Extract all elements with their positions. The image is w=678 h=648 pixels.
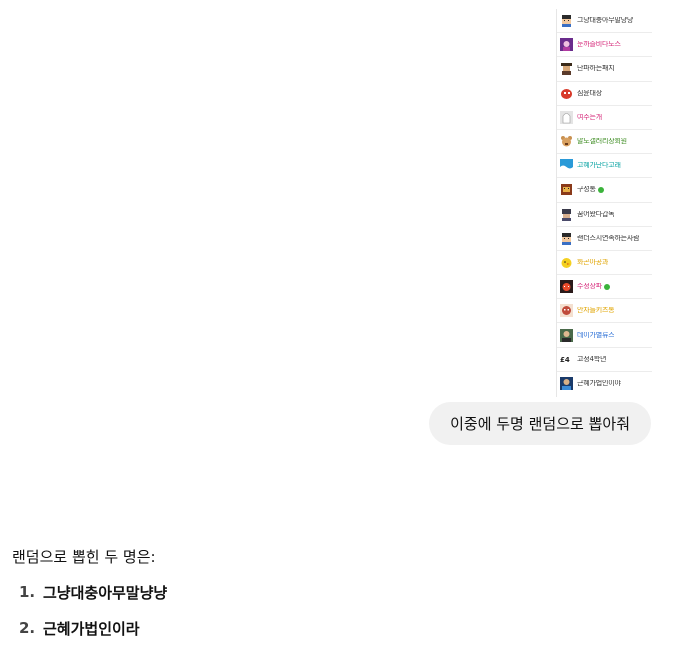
box-face-icon xyxy=(560,183,573,196)
pixel-boy-icon xyxy=(560,14,573,28)
answer-list: 1. 그냥대충아무말냥냥 2. 근혜가법인이라 xyxy=(12,580,652,640)
assistant-response: 랜덤으로 뽑힌 두 명은: 1. 그냥대충아무말냥냥 2. 근혜가법인이라 xyxy=(12,546,652,648)
bear-icon xyxy=(560,135,573,148)
user-nickname: 근혜가법인이야 xyxy=(577,380,621,388)
user-nickname: 안자들키즈통 xyxy=(577,307,615,315)
user-list-row: 말도갤러리장회원 xyxy=(557,130,652,155)
user-list-row: 단파하는패치 xyxy=(557,57,652,82)
red-face-icon xyxy=(560,280,573,294)
answer-item-1: 1. 그냥대충아무말냥냥 xyxy=(12,580,652,604)
user-nickname: 심윤대장 xyxy=(577,89,602,97)
svg-text:£4: £4 xyxy=(560,356,570,364)
wave-icon xyxy=(560,159,573,173)
user-list-row: 그냥대충아무말냥냥 xyxy=(557,9,652,34)
user-list-row: 화곤아공과 xyxy=(557,251,652,276)
user-nickname: 고정4학년 xyxy=(577,355,607,363)
answer-item-2: 2. 근혜가법인이라 xyxy=(12,616,652,640)
blue-man-icon xyxy=(560,377,573,391)
user-message-bubble: 이중에 두명 랜덤으로 뽑아줘 xyxy=(429,402,651,445)
user-list-row: £4 고정4학년 xyxy=(557,348,652,372)
online-badge-icon xyxy=(597,186,604,193)
brown-face-icon xyxy=(560,304,573,318)
user-nickname: 눈까즐비다도스 xyxy=(577,41,621,49)
answer-name: 근혜가법인이라 xyxy=(43,619,140,638)
online-badge-icon xyxy=(603,283,610,290)
answer-number: 1. xyxy=(19,583,36,601)
user-list-row: 눈까즐비다도스 xyxy=(557,33,652,58)
user-list-row: 근혜가법인이야 xyxy=(557,372,652,396)
user-list-row: 수정장파 xyxy=(557,275,652,300)
text-logo-icon: £4 xyxy=(560,353,573,366)
hat-man-icon xyxy=(560,62,573,76)
answer-name: 그냥대충아무말냥냥 xyxy=(43,583,168,602)
user-nickname: 말도갤러리장회원 xyxy=(577,138,627,146)
user-nickname: 그냥대충아무말냥냥 xyxy=(577,17,634,25)
chat-page: 그냥대충아무말냥냥 눈까즐비다도스 단파하는패치 심윤대장 여주는개 말도갤러리장회원 고혜… xyxy=(0,0,678,648)
user-list-row: 여주는개 xyxy=(557,106,652,130)
user-nickname: 랜더스시연속하는사람 xyxy=(577,234,640,242)
user-message-text: 이중에 두명 랜덤으로 뽑아줘 xyxy=(450,415,630,433)
user-nickname: 화곤아공과 xyxy=(577,258,609,266)
user-list-row: 랜더스시연속하는사람 xyxy=(557,227,652,251)
user-list-row: 안자들키즈통 xyxy=(557,299,652,324)
red-creature-icon xyxy=(560,87,573,100)
user-list-row: 구성통 xyxy=(557,178,652,203)
user-nickname: 여주는개 xyxy=(577,113,602,121)
user-nickname: 데이가별류스 xyxy=(577,331,615,339)
user-nickname: 단파하는패치 xyxy=(577,65,615,73)
user-nickname: 구성통 xyxy=(577,186,596,194)
white-ghost-icon xyxy=(560,110,573,124)
helmet-icon xyxy=(560,208,573,221)
user-nickname: 수정장파 xyxy=(577,283,602,291)
user-list-row: 고혜가난다고래 xyxy=(557,154,652,179)
user-list-row: 데이가별류스 xyxy=(557,323,652,348)
attached-user-list-image[interactable]: 그냥대충아무말냥냥눈까즐비다도스단파하는패치심윤대장여주는개말도갤러리장회원고혜… xyxy=(556,9,652,397)
pixel-boy-icon xyxy=(560,232,573,245)
answer-number: 2. xyxy=(19,619,36,637)
user-nickname: 고혜가난다고래 xyxy=(577,162,621,170)
assistant-intro-text: 랜덤으로 뽑힌 두 명은: xyxy=(12,548,156,566)
user-list-row: 꿈어왔다갑독 xyxy=(557,203,652,227)
purple-mage-icon xyxy=(560,38,573,52)
portrait-icon xyxy=(560,328,573,342)
user-list-row: 심윤대장 xyxy=(557,82,652,106)
yellow-chick-icon xyxy=(560,256,573,269)
user-nickname: 꿈어왔다갑독 xyxy=(577,210,615,218)
